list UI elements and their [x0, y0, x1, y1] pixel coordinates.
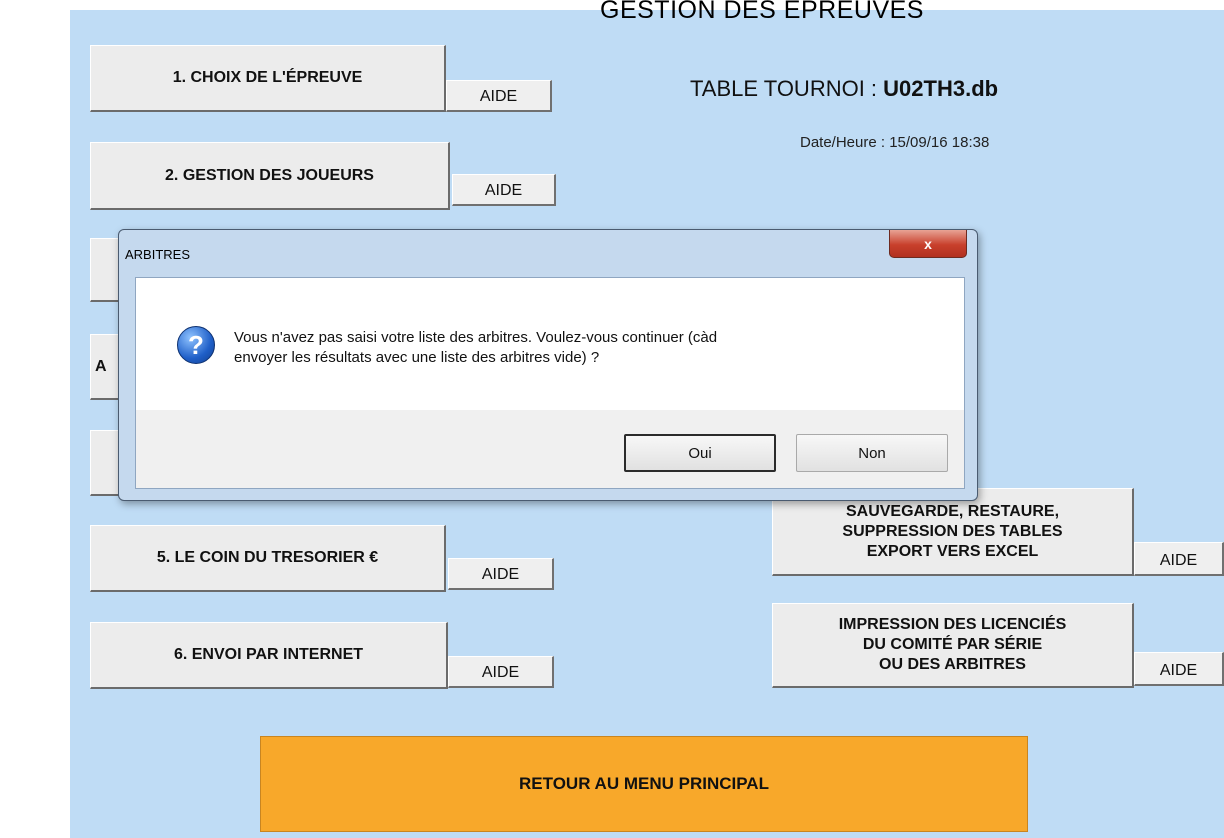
table-tournoi-label: TABLE TOURNOI : U02TH3.db [690, 76, 998, 102]
retour-menu-button[interactable]: RETOUR AU MENU PRINCIPAL [260, 736, 1028, 832]
sauvegarde-button[interactable]: SAUVEGARDE, RESTAURE, SUPPRESSION DES TA… [772, 488, 1134, 576]
gestion-joueurs-button[interactable]: 2. GESTION DES JOUEURS [90, 142, 450, 210]
close-icon[interactable]: x [889, 230, 967, 258]
dialog-footer: Oui Non [136, 410, 964, 488]
page-title: GESTION DES ÉPREUVES [600, 0, 924, 24]
impression-line1: IMPRESSION DES LICENCIÉS [838, 616, 1067, 633]
sauvegarde-line3: EXPORT VERS EXCEL [866, 542, 1039, 560]
aide-button-impression[interactable]: AIDE [1134, 652, 1224, 686]
aide-button-1[interactable]: AIDE [446, 80, 552, 112]
dialog-title: ARBITRES [125, 247, 191, 262]
arbitres-dialog: ARBITRES x ? Vous n'avez pas saisi votre… [118, 229, 978, 501]
impression-line2: DU COMITÉ PAR SÉRIE [862, 636, 1043, 653]
date-heure: Date/Heure : 15/09/16 18:38 [800, 134, 990, 151]
envoi-internet-button[interactable]: 6. ENVOI PAR INTERNET [90, 622, 448, 689]
dialog-message-line2: envoyer les résultats avec une liste des… [234, 349, 600, 366]
aide-button-6[interactable]: AIDE [448, 656, 554, 688]
non-button[interactable]: Non [796, 434, 948, 472]
dialog-message: Vous n'avez pas saisi votre liste des ar… [234, 328, 924, 368]
sauvegarde-line1: SAUVEGARDE, RESTAURE, [845, 502, 1060, 520]
table-label-prefix: TABLE TOURNOI : [690, 76, 884, 101]
hidden-button-label: A [95, 357, 107, 375]
question-icon: ? [177, 326, 215, 364]
impression-button[interactable]: IMPRESSION DES LICENCIÉS DU COMITÉ PAR S… [772, 603, 1134, 688]
table-name: U02TH3.db [883, 76, 999, 101]
window-left-edge [0, 10, 70, 838]
tresorier-button[interactable]: 5. LE COIN DU TRESORIER € [90, 525, 446, 592]
dialog-body: ? Vous n'avez pas saisi votre liste des … [135, 277, 965, 489]
aide-button-2[interactable]: AIDE [452, 174, 556, 206]
dialog-message-line1: Vous n'avez pas saisi votre liste des ar… [234, 329, 718, 346]
oui-button[interactable]: Oui [624, 434, 776, 472]
impression-line3: OU DES ARBITRES [879, 656, 1026, 673]
aide-button-sauvegarde[interactable]: AIDE [1134, 542, 1224, 576]
sauvegarde-line2: SUPPRESSION DES TABLES [842, 522, 1063, 540]
choix-epreuve-button[interactable]: 1. CHOIX DE L'ÉPREUVE [90, 45, 446, 112]
aide-button-5[interactable]: AIDE [448, 558, 554, 590]
